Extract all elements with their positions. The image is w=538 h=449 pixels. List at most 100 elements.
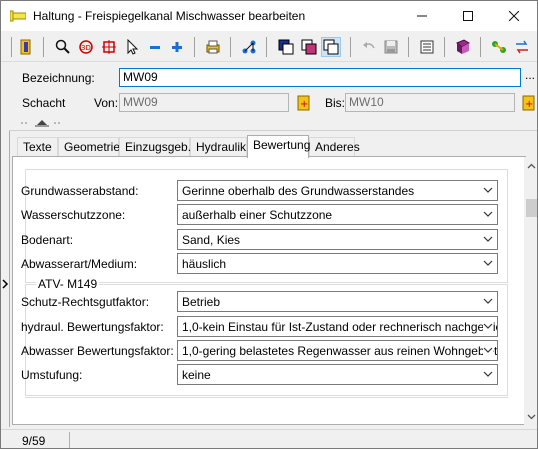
swap-button[interactable] xyxy=(512,37,532,57)
hydraul-bewertungsfaktor-value: 1,0-kein Einstau für Ist-Zustand oder re… xyxy=(182,320,498,334)
bezeichnung-input[interactable]: MW09 xyxy=(119,68,521,87)
wasserschutzzone-value: außerhalb einer Schutzzone xyxy=(182,208,333,222)
von-label: Von: xyxy=(94,96,119,110)
von-pick-button[interactable]: + xyxy=(294,93,313,112)
chevron-down-icon xyxy=(483,211,493,217)
layer-back-button[interactable] xyxy=(276,37,296,57)
tab-bewertung[interactable]: Bewertung xyxy=(247,135,310,158)
toolbar-separator xyxy=(408,37,409,57)
hydraul-bewertungsfaktor-select[interactable]: 1,0-kein Einstau für Ist-Zustand oder re… xyxy=(177,316,498,337)
svg-text:+: + xyxy=(300,99,308,110)
crosshair-icon xyxy=(102,40,116,54)
undo-button[interactable] xyxy=(359,37,379,57)
list-icon xyxy=(420,40,434,54)
umstufung-label: Umstufung: xyxy=(21,368,83,382)
layer-copy-icon xyxy=(323,39,339,55)
umstufung-select[interactable]: keine xyxy=(177,364,498,385)
zoom-3d-button[interactable]: 3D xyxy=(76,37,96,57)
abwasserart-label: Abwasserart/Medium: xyxy=(21,257,138,271)
tab-geometrie[interactable]: Geometrie xyxy=(58,137,120,157)
maximize-icon xyxy=(463,11,473,21)
wasserschutzzone-select[interactable]: außerhalb einer Schutzzone xyxy=(177,204,498,225)
tab-texte[interactable]: Texte xyxy=(17,137,58,157)
schutz-rechtsgutfaktor-value: Betrieb xyxy=(182,295,221,309)
bodenart-value: Sand, Kies xyxy=(182,233,241,247)
minimize-button[interactable] xyxy=(399,1,445,31)
toolbar-separator xyxy=(444,37,445,57)
exit-icon xyxy=(20,39,31,55)
chevron-down-icon xyxy=(483,371,493,377)
splitter-arrow-icon xyxy=(21,120,60,127)
divider xyxy=(9,130,537,131)
svg-text:3D: 3D xyxy=(81,44,91,52)
tab-anderes[interactable]: Anderes xyxy=(309,137,360,157)
zoom-icon xyxy=(55,39,70,54)
zoom-button[interactable] xyxy=(53,37,73,57)
toolbar-separator xyxy=(230,37,231,57)
layer-copy-button[interactable] xyxy=(321,37,341,57)
pointer-button[interactable] xyxy=(122,37,142,57)
bodenart-label: Bodenart: xyxy=(21,233,74,247)
bezeichnung-ellipsis-button[interactable]: ... xyxy=(521,68,537,87)
maximize-button[interactable] xyxy=(445,1,491,31)
toolbar-separator xyxy=(43,37,44,57)
divider xyxy=(25,397,508,398)
left-panel-border xyxy=(9,131,10,427)
splitter-grip[interactable] xyxy=(19,118,79,128)
network-button[interactable] xyxy=(239,37,259,57)
grundwasserabstand-value: Gerinne oberhalb des Grundwasserstandes xyxy=(182,184,415,198)
bis-pick-button[interactable]: + xyxy=(519,93,537,112)
tab-hydraulik[interactable]: Hydraulik xyxy=(190,137,247,157)
tab-einzugsgeb[interactable]: Einzugsgeb. xyxy=(119,137,191,157)
title-bar: Haltung - Freispiegelkanal Mischwasser b… xyxy=(1,1,537,31)
bis-field: MW10 xyxy=(345,93,515,112)
edit-window: Haltung - Freispiegelkanal Mischwasser b… xyxy=(0,0,538,449)
book-button[interactable] xyxy=(453,37,473,57)
grundwasserabstand-label: Grundwasserabstand: xyxy=(21,184,139,198)
zoom-out-button[interactable] xyxy=(145,37,165,57)
chevron-down-icon xyxy=(527,414,536,419)
schutz-rechtsgutfaktor-label: Schutz-Rechtsgutfaktor: xyxy=(21,295,150,309)
schutz-rechtsgutfaktor-select[interactable]: Betrieb xyxy=(177,291,498,312)
swap-icon xyxy=(516,40,528,54)
minimize-icon xyxy=(417,15,427,17)
schacht-label: Schacht xyxy=(22,96,66,110)
save-button[interactable] xyxy=(381,37,401,57)
expand-left-button[interactable] xyxy=(1,279,9,289)
scroll-thumb[interactable] xyxy=(526,199,537,217)
list-button[interactable] xyxy=(417,37,437,57)
abwasser-bewertungsfaktor-label: Abwasser Bewertungsfaktor: xyxy=(21,344,174,358)
abwasserart-value: häuslich xyxy=(182,257,227,271)
exit-button[interactable] xyxy=(16,37,36,57)
vertical-scrollbar[interactable] xyxy=(524,157,537,425)
record-counter: 9/59 xyxy=(22,434,46,448)
chevron-down-icon xyxy=(483,321,493,331)
book-icon xyxy=(456,39,470,54)
connect-button[interactable] xyxy=(489,37,509,57)
layer-image-icon xyxy=(301,39,317,55)
crosshair-button[interactable] xyxy=(99,37,119,57)
abwasserart-select[interactable]: häuslich xyxy=(177,253,498,274)
toolbar-separator xyxy=(266,37,267,57)
window-title: Haltung - Freispiegelkanal Mischwasser b… xyxy=(33,9,306,23)
manhole-pick-icon: + xyxy=(297,95,309,110)
umstufung-value: keine xyxy=(182,368,211,382)
layer-image-button[interactable] xyxy=(299,37,319,57)
close-button[interactable] xyxy=(491,1,537,31)
layer-back-icon xyxy=(278,39,294,55)
grundwasserabstand-select[interactable]: Gerinne oberhalb des Grundwasserstandes xyxy=(177,180,498,201)
undo-icon xyxy=(363,42,375,49)
bis-label: Bis: xyxy=(325,96,346,110)
abwasser-bewertungsfaktor-value: 1,0-gering belastetes Regenwasser aus re… xyxy=(182,344,498,358)
abwasser-bewertungsfaktor-select[interactable]: 1,0-gering belastetes Regenwasser aus re… xyxy=(177,340,498,361)
scroll-up-button[interactable] xyxy=(524,157,537,174)
network-connect-icon xyxy=(492,41,506,53)
bodenart-select[interactable]: Sand, Kies xyxy=(177,229,498,250)
print-button[interactable] xyxy=(203,37,223,57)
chevron-up-icon xyxy=(527,163,536,168)
toolbar: 3D xyxy=(1,32,537,62)
zoom-in-button[interactable] xyxy=(167,37,187,57)
scroll-down-button[interactable] xyxy=(524,408,537,425)
chevron-down-icon xyxy=(483,187,493,193)
toolbar-separator xyxy=(350,37,351,57)
